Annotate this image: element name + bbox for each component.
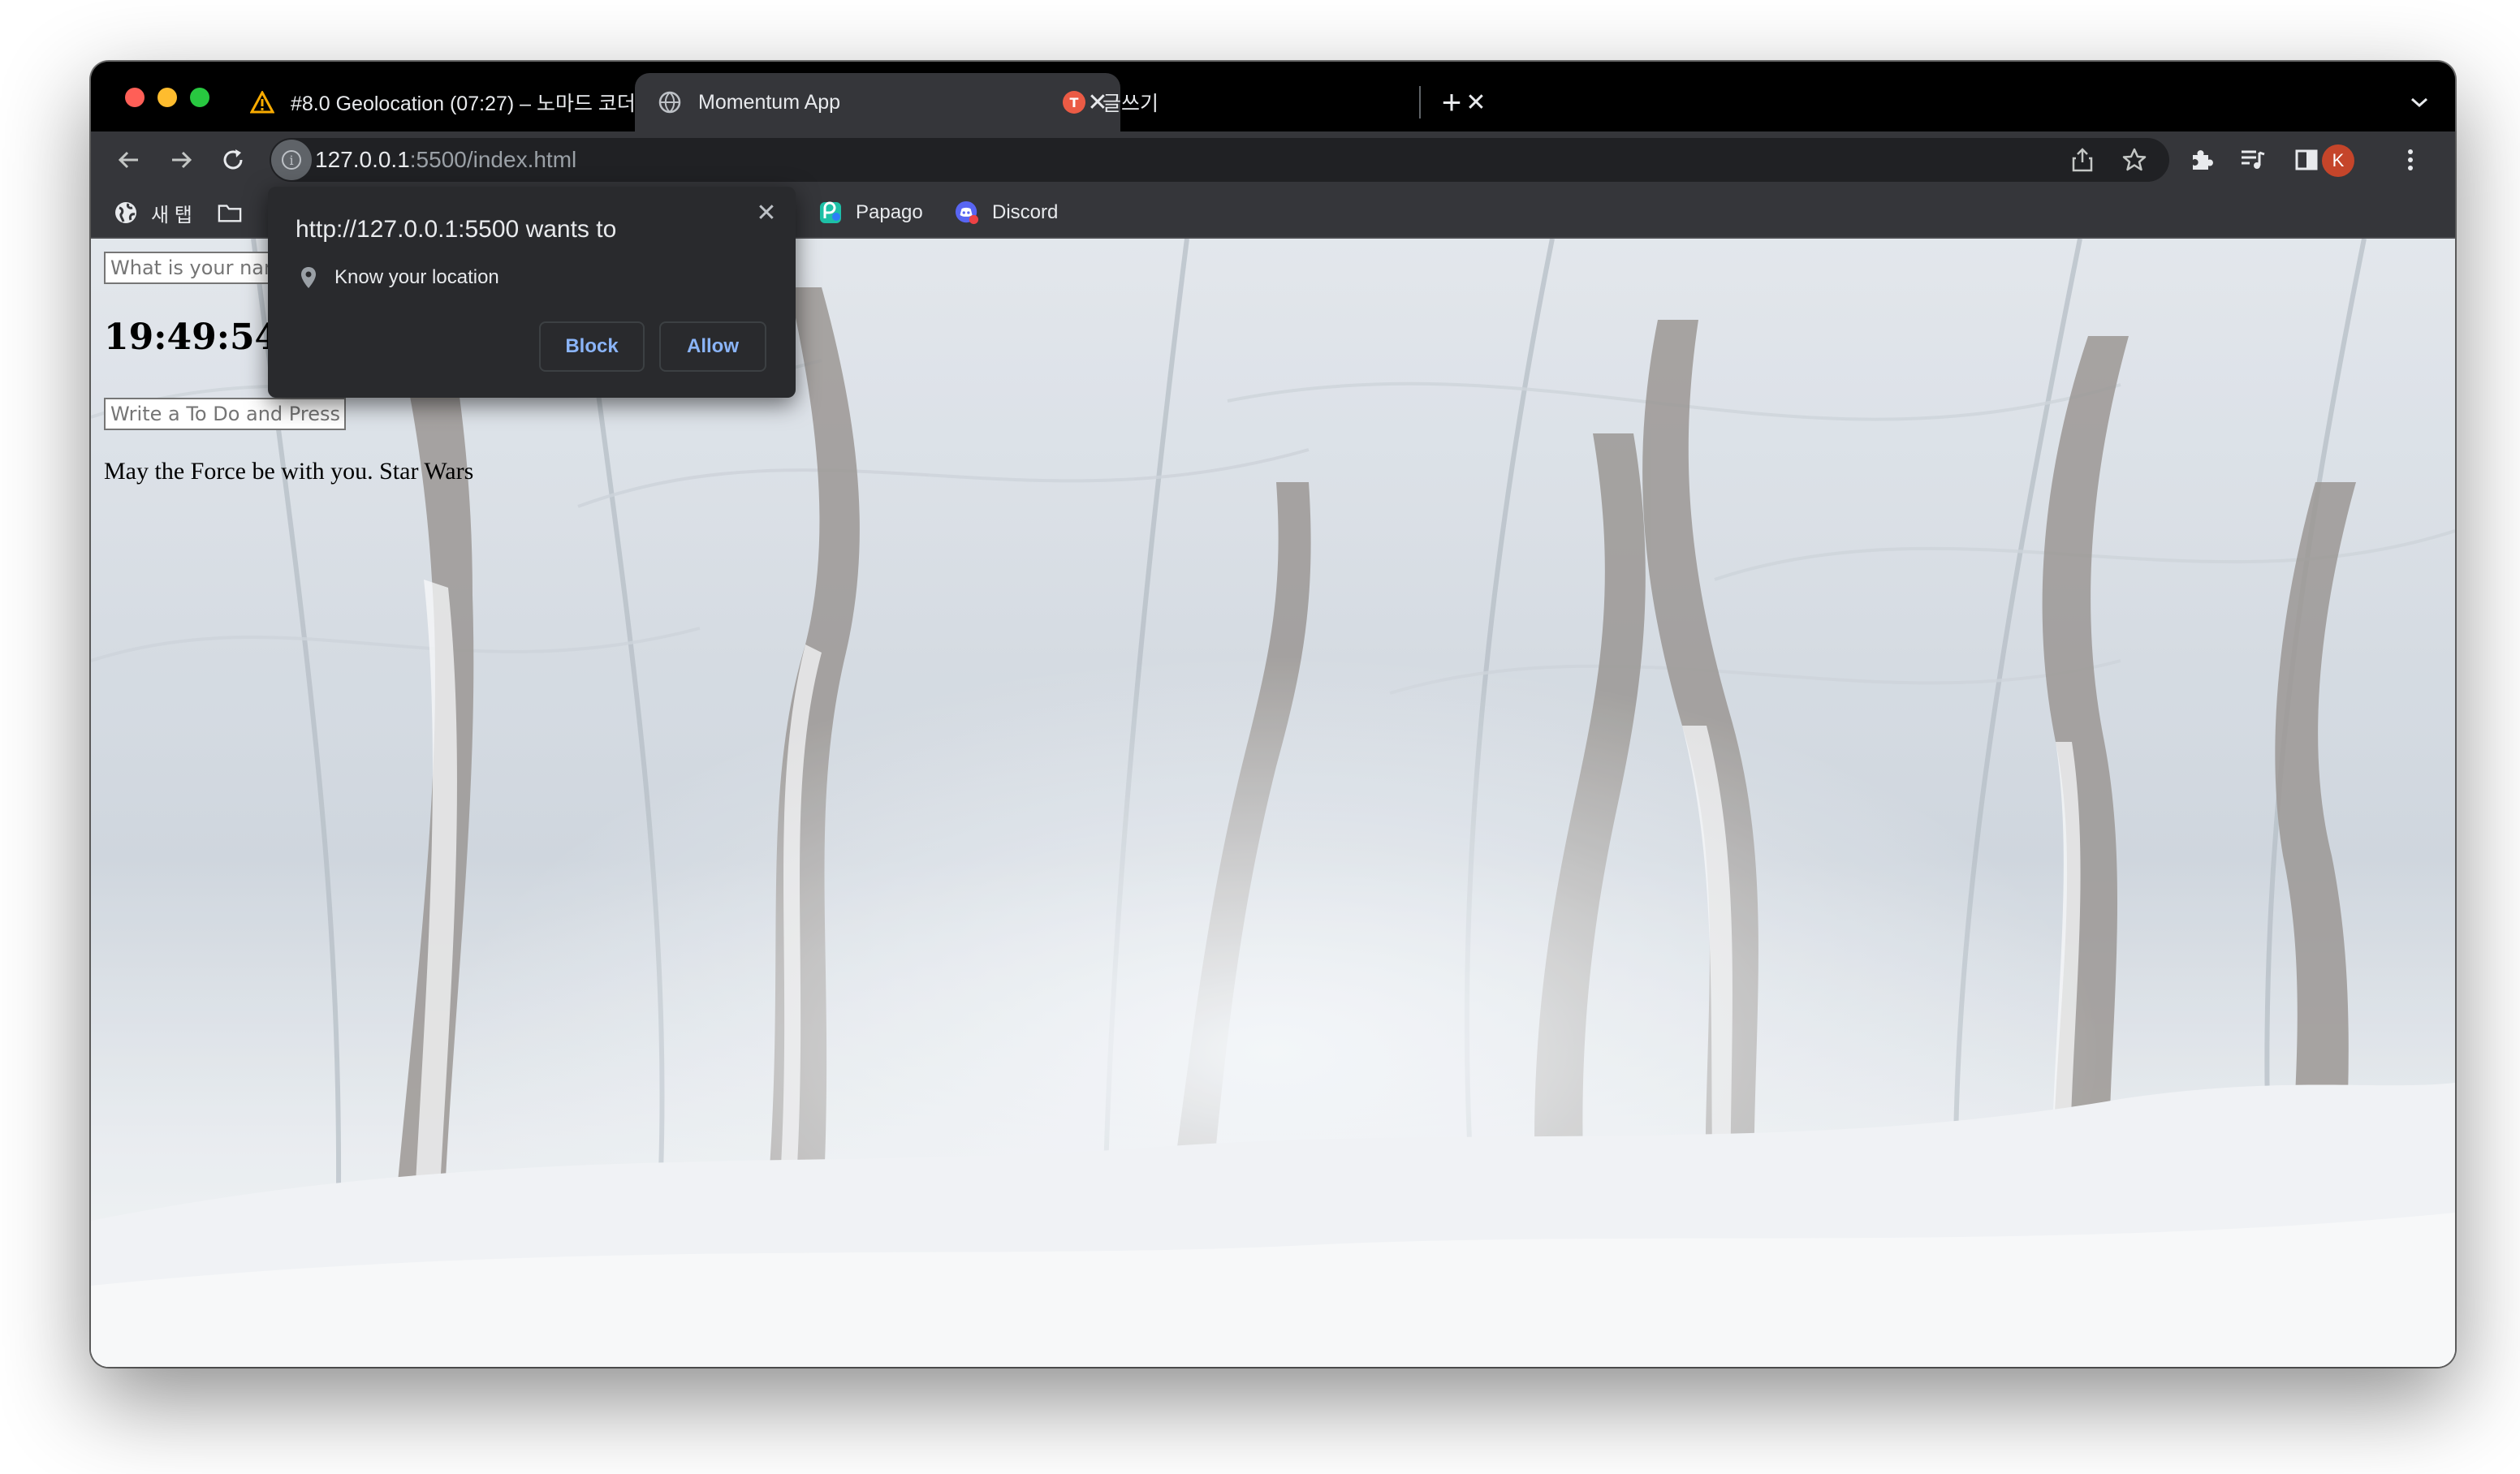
browser-window: #8.0 Geolocation (07:27) – 노마드 코더 ✕ Mome… bbox=[91, 62, 2455, 1367]
reload-icon[interactable] bbox=[216, 143, 250, 177]
tab-label: 글쓰기 bbox=[1102, 93, 1159, 115]
close-icon[interactable]: ✕ bbox=[752, 198, 781, 227]
globe-icon bbox=[658, 90, 682, 114]
snowy-forest-background bbox=[91, 239, 2455, 1367]
permission-text: Know your location bbox=[334, 266, 499, 288]
back-arrow-icon[interactable] bbox=[112, 143, 146, 177]
kebab-menu-icon[interactable] bbox=[2393, 143, 2427, 177]
close-window-button[interactable] bbox=[125, 88, 145, 107]
block-button[interactable]: Block bbox=[539, 321, 645, 372]
side-panel-icon[interactable] bbox=[2289, 143, 2324, 177]
warning-triangle-icon bbox=[250, 90, 274, 114]
allow-button[interactable]: Allow bbox=[659, 321, 766, 372]
url-text[interactable]: 127.0.0.1:5500/index.html bbox=[315, 147, 576, 173]
new-tab-button[interactable]: + bbox=[1432, 83, 1471, 122]
todo-input[interactable] bbox=[104, 398, 346, 430]
address-bar[interactable]: i 127.0.0.1:5500/index.html bbox=[270, 138, 2169, 182]
tab-writing[interactable]: T 글쓰기 ✕ bbox=[1039, 73, 1499, 131]
forward-arrow-icon[interactable] bbox=[164, 143, 198, 177]
tab-label: #8.0 Geolocation (07:27) – 노마드 코더 bbox=[291, 93, 636, 115]
extensions-puzzle-icon[interactable] bbox=[2184, 143, 2218, 177]
bookmark-folder[interactable] bbox=[218, 196, 255, 229]
share-icon[interactable] bbox=[2065, 143, 2099, 177]
bookmark-discord[interactable]: Discord bbox=[955, 196, 1058, 229]
globe-icon bbox=[114, 200, 138, 225]
media-queue-icon[interactable] bbox=[2236, 143, 2270, 177]
page-viewport: 19:49:54 May the Force be with you. Star… bbox=[91, 239, 2455, 1367]
tab-search-icon[interactable] bbox=[2401, 84, 2437, 120]
browser-toolbar: i 127.0.0.1:5500/index.html K bbox=[91, 131, 2455, 188]
tistory-icon: T bbox=[1062, 90, 1086, 114]
bookmark-star-icon[interactable] bbox=[2117, 143, 2151, 177]
site-info-button[interactable]: i bbox=[271, 140, 312, 180]
svg-text:T: T bbox=[1070, 95, 1079, 110]
discord-icon bbox=[955, 200, 979, 225]
tab-strip: #8.0 Geolocation (07:27) – 노마드 코더 ✕ Mome… bbox=[91, 62, 2455, 131]
papago-icon bbox=[818, 200, 843, 225]
profile-avatar[interactable]: K bbox=[2322, 144, 2354, 177]
info-icon: i bbox=[282, 150, 301, 170]
location-pin-icon bbox=[301, 267, 316, 288]
folder-icon bbox=[218, 200, 242, 225]
tab-label: Momentum App bbox=[698, 90, 841, 114]
permission-title: http://127.0.0.1:5500 wants to bbox=[296, 216, 617, 243]
bookmark-label: Discord bbox=[992, 201, 1059, 223]
tab-separator bbox=[1419, 86, 1421, 119]
permission-row: Know your location bbox=[300, 261, 499, 294]
quote-block: May the Force be with you. Star Wars bbox=[104, 458, 473, 485]
bookmark-label: Papago bbox=[856, 201, 923, 223]
bookmark-label: 새 탭 bbox=[151, 204, 192, 226]
quote-text: May the Force be with you. bbox=[104, 458, 373, 485]
bookmark-new-tab[interactable]: 새 탭 bbox=[114, 196, 192, 229]
minimize-window-button[interactable] bbox=[158, 88, 177, 107]
clock: 19:49:54 bbox=[104, 317, 280, 358]
zoom-window-button[interactable] bbox=[190, 88, 209, 107]
quote-author: Star Wars bbox=[379, 458, 474, 485]
bookmark-papago[interactable]: Papago bbox=[818, 196, 923, 229]
location-permission-popup: http://127.0.0.1:5500 wants to ✕ Know yo… bbox=[268, 187, 796, 398]
